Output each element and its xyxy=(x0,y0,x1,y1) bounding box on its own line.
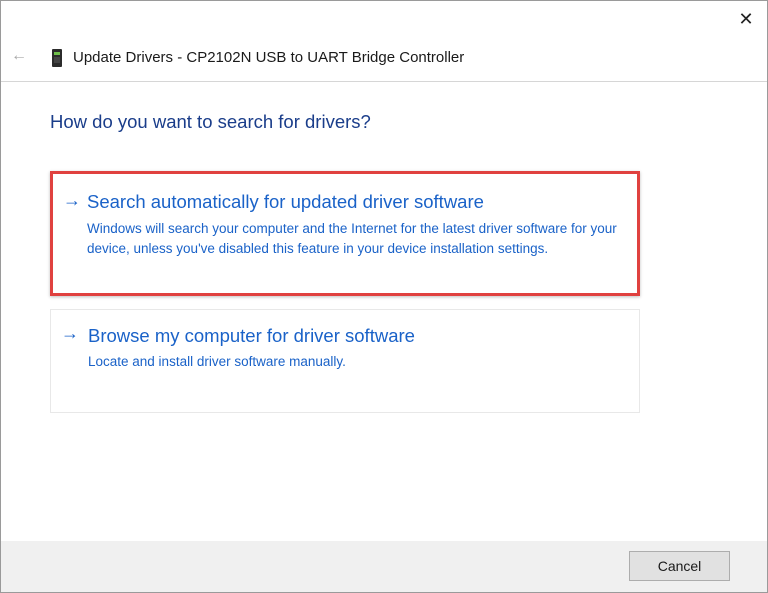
dialog-footer: Cancel xyxy=(1,541,767,592)
dialog-header: ← Update Drivers - CP2102N USB to UART B… xyxy=(1,41,767,82)
usb-device-icon xyxy=(52,49,62,67)
browse-computer-option[interactable]: → Browse my computer for driver software… xyxy=(50,309,640,413)
arrow-right-icon: → xyxy=(61,323,79,343)
cancel-button[interactable]: Cancel xyxy=(629,551,730,581)
close-icon: ✕ xyxy=(738,8,754,29)
dialog-title: Update Drivers - CP2102N USB to UART Bri… xyxy=(73,49,465,66)
option-description: Locate and install driver software manua… xyxy=(88,354,346,369)
back-arrow-icon[interactable]: ← xyxy=(11,47,29,65)
option-description: Windows will search your computer and th… xyxy=(87,221,617,256)
update-drivers-dialog: ✕ ← Update Drivers - CP2102N USB to UART… xyxy=(0,0,768,593)
option-title: Browse my computer for driver software xyxy=(88,325,415,346)
page-heading: How do you want to search for drivers? xyxy=(50,111,371,132)
arrow-right-icon: → xyxy=(63,190,81,210)
option-title: Search automatically for updated driver … xyxy=(87,191,484,212)
search-automatically-option[interactable]: → Search automatically for updated drive… xyxy=(50,171,640,296)
close-button[interactable]: ✕ xyxy=(733,7,759,31)
